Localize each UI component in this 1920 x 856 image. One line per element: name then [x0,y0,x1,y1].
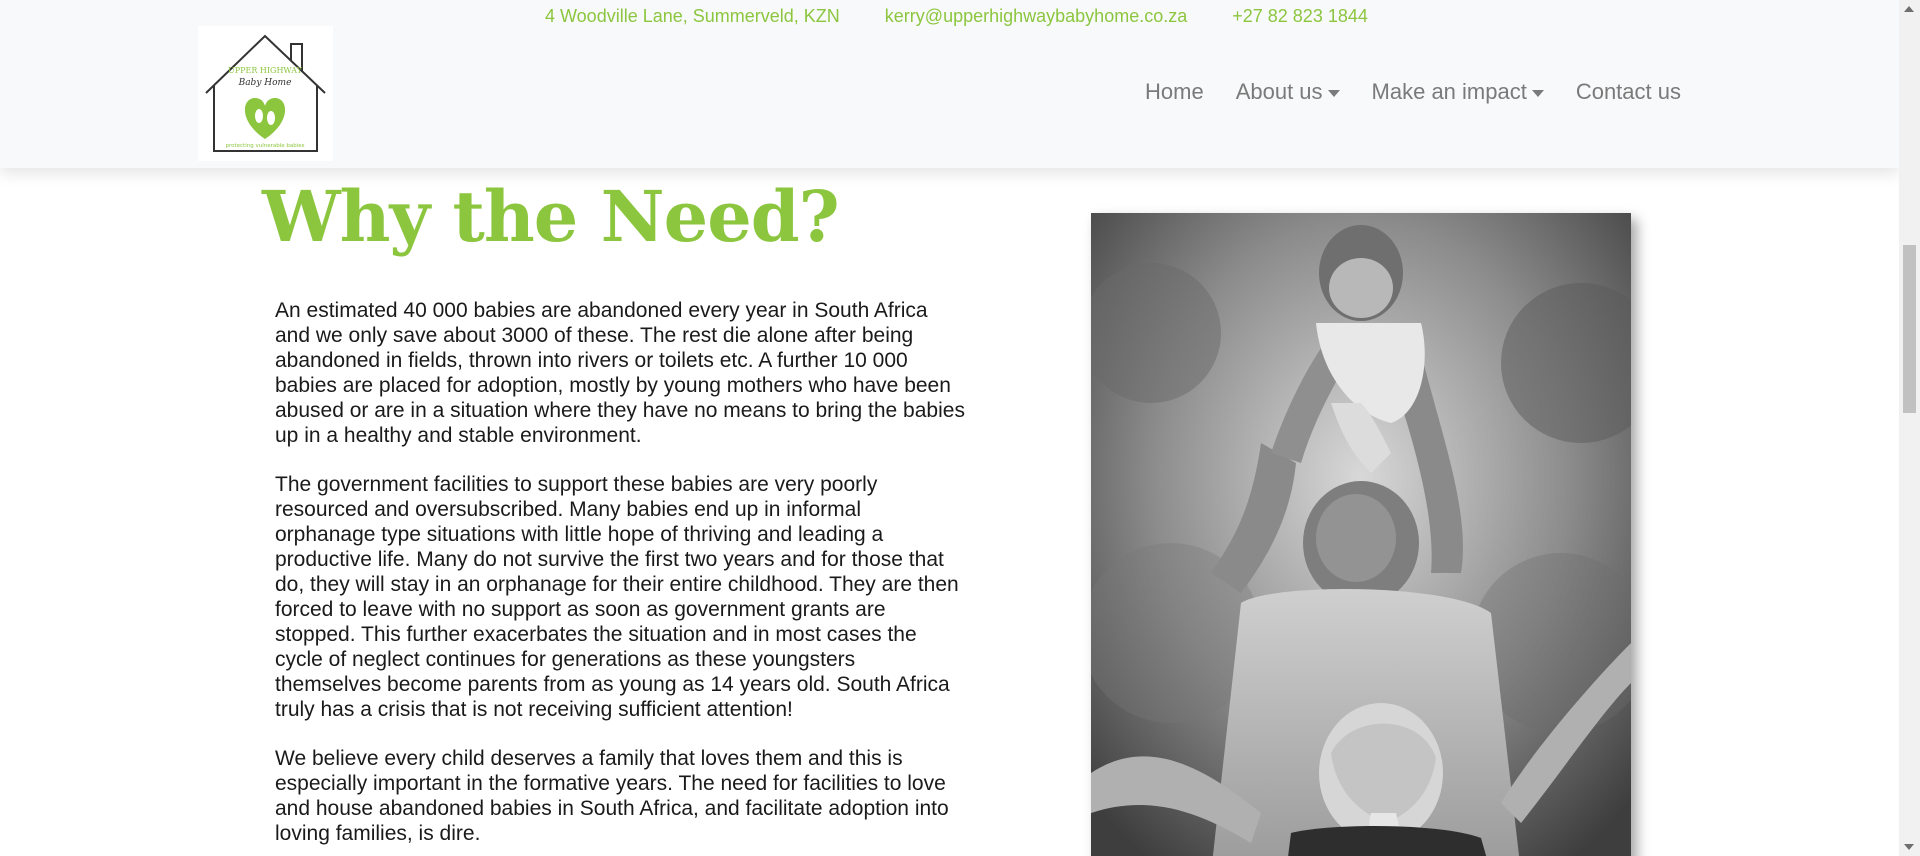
house-heart-logo-icon: UPPER HIGHWAY Baby Home protecting vulne… [205,34,326,152]
caret-down-icon [1531,89,1544,97]
nav-home-label: Home [1145,79,1204,104]
paragraph: An estimated 40 000 babies are abandoned… [275,299,965,447]
nav-about-dropdown[interactable]: About us [1220,79,1356,105]
photo-image [1091,213,1631,856]
scroll-down-arrow-icon[interactable] [1904,844,1914,850]
logo-tagline: protecting vulnerable babies [225,143,304,149]
family-photo [1091,213,1631,856]
article-body: An estimated 40 000 babies are abandoned… [275,298,965,856]
page-scrollbar[interactable] [1899,0,1920,856]
scroll-up-arrow-icon[interactable] [1904,6,1914,12]
page-title: Why the Need? [262,175,840,258]
page-viewport: 4 Woodville Lane, Summerveld, KZN kerry@… [0,0,1899,856]
site-header: 4 Woodville Lane, Summerveld, KZN kerry@… [0,0,1899,168]
scrollbar-thumb[interactable] [1903,245,1916,413]
phone-link[interactable]: +27 82 823 1844 [1232,6,1368,27]
email-link[interactable]: kerry@upperhighwaybabyhome.co.za [885,6,1187,27]
logo-line2: Baby Home [238,78,292,88]
nav-impact-dropdown[interactable]: Make an impact [1356,79,1560,105]
paragraph: The government facilities to support the… [275,473,959,721]
main-nav: Home About us Make an impact Contact us [1129,79,1697,105]
paragraph: We believe every child deserves a family… [275,747,949,845]
site-logo[interactable]: UPPER HIGHWAY Baby Home protecting vulne… [198,26,333,161]
nav-about-label: About us [1235,79,1323,104]
nav-impact-label: Make an impact [1371,79,1527,104]
nav-contact-label: Contact us [1575,79,1681,104]
nav-contact[interactable]: Contact us [1560,79,1697,105]
nav-home[interactable]: Home [1129,79,1220,105]
caret-down-icon [1327,89,1340,97]
contact-bar: 4 Woodville Lane, Summerveld, KZN kerry@… [545,6,1368,27]
address-text: 4 Woodville Lane, Summerveld, KZN [545,6,840,26]
logo-line1: UPPER HIGHWAY [228,66,303,75]
